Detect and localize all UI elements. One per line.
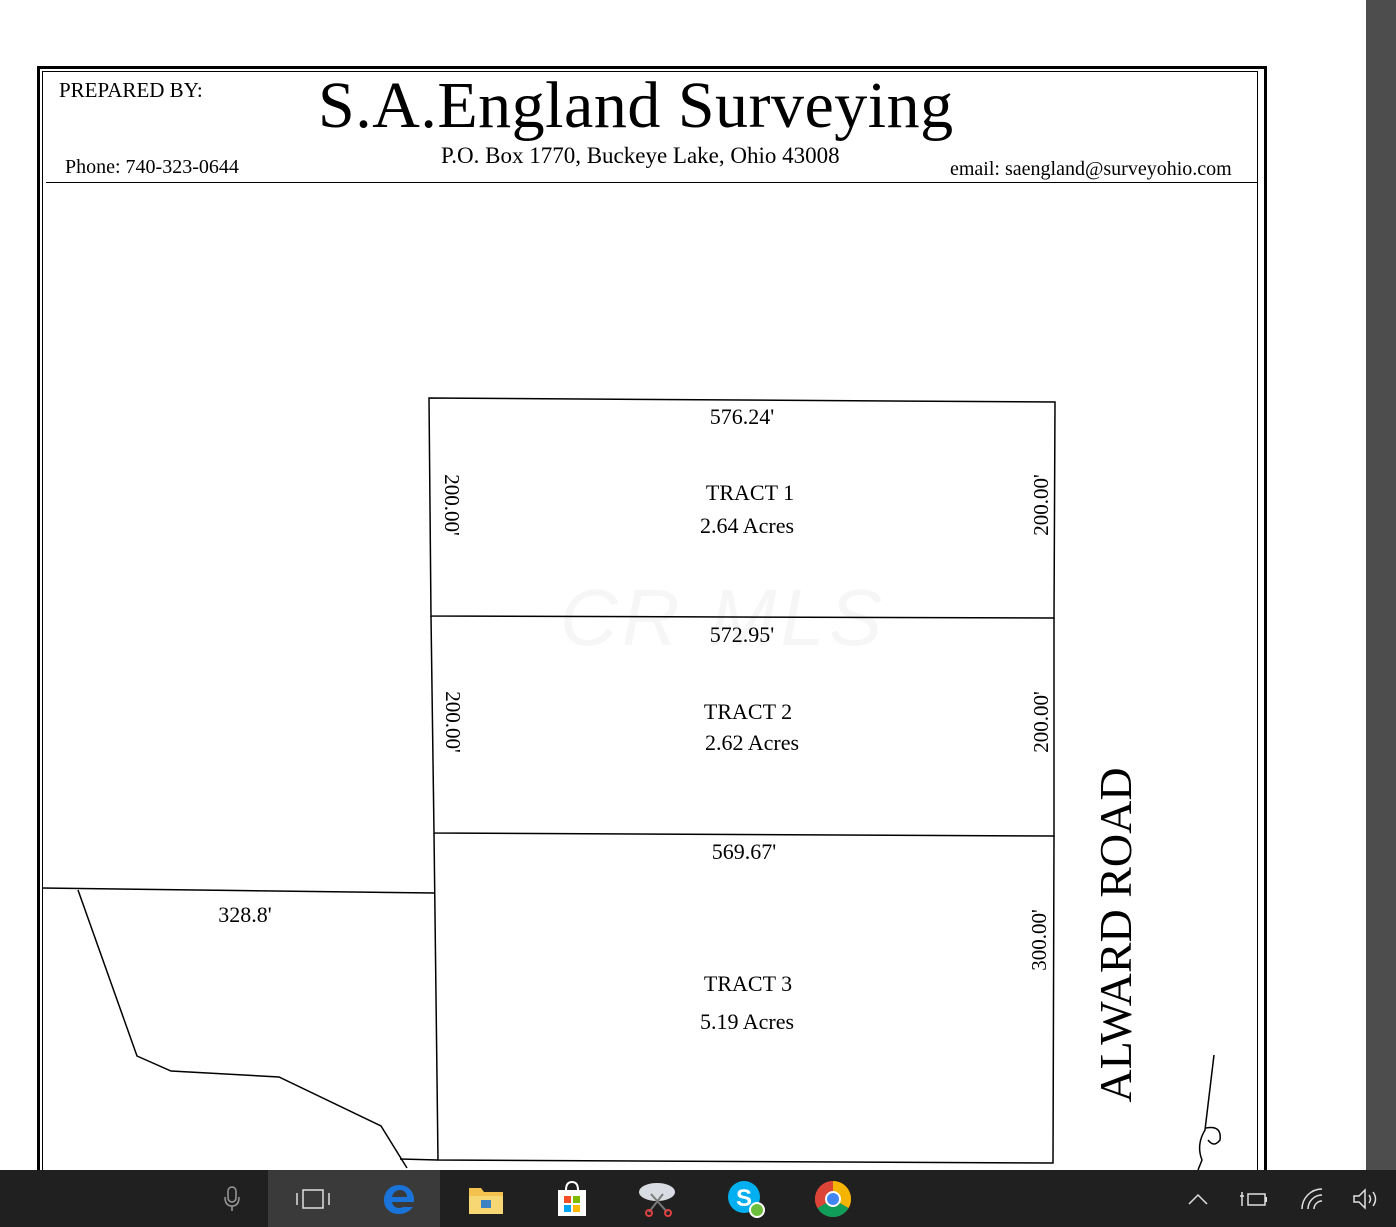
tract-3-boundary: [433, 832, 1055, 1164]
road-name: ALWARD ROAD: [1090, 767, 1141, 1102]
adjacent-dimension: 328.8': [218, 902, 272, 927]
store-icon[interactable]: [543, 1170, 601, 1227]
document-page: PREPARED BY: S.A.England Surveying P.O. …: [0, 0, 1366, 1170]
chevron-up-icon[interactable]: [1178, 1170, 1218, 1227]
tract-2-left-dimension: 200.00': [441, 691, 465, 753]
plat-drawing: 576.24' TRACT 1 2.64 Acres 200.00' 200.0…: [41, 397, 1221, 1170]
tract-3-right-dimension: 300.00': [1027, 909, 1051, 971]
tract-1-name: TRACT 1: [706, 480, 794, 505]
volume-icon[interactable]: [1346, 1170, 1386, 1227]
tract-1-top-dimension: 576.24': [710, 404, 775, 429]
adjacent-parcel-line: [41, 887, 436, 894]
tract-2-boundary: [430, 615, 1055, 837]
tract-1-right-dimension: 200.00': [1029, 474, 1053, 536]
north-arrow-head: [1205, 1126, 1221, 1145]
taskbar: S: [0, 1170, 1396, 1227]
snipping-tool-icon[interactable]: [630, 1170, 688, 1227]
window-edge: [1366, 0, 1396, 1170]
battery-icon[interactable]: [1234, 1170, 1274, 1227]
skype-icon[interactable]: S: [717, 1170, 775, 1227]
wifi-icon[interactable]: [1292, 1170, 1332, 1227]
creek-line: [77, 889, 408, 1169]
tract-3-top-dimension: 569.67': [712, 839, 777, 864]
task-view-icon[interactable]: [268, 1170, 357, 1227]
chrome-icon[interactable]: [804, 1170, 862, 1227]
tract-1-boundary: [428, 397, 1056, 619]
tract-2-top-dimension: 572.95': [710, 622, 775, 647]
tract-3-name: TRACT 3: [704, 971, 792, 996]
file-explorer-icon[interactable]: [457, 1170, 515, 1227]
tract-2-name: TRACT 2: [704, 699, 792, 724]
tract-3-acres: 5.19 Acres: [700, 1009, 794, 1034]
north-arrow: [1197, 1054, 1215, 1170]
adjacent-bottom-line: [399, 1158, 439, 1161]
tract-1-left-dimension: 200.00': [440, 474, 464, 536]
edge-icon[interactable]: [357, 1170, 440, 1227]
tract-2-acres: 2.62 Acres: [705, 730, 799, 755]
microphone-icon[interactable]: [203, 1170, 261, 1227]
tract-2-right-dimension: 200.00': [1029, 691, 1053, 753]
tract-1-acres: 2.64 Acres: [700, 513, 794, 538]
